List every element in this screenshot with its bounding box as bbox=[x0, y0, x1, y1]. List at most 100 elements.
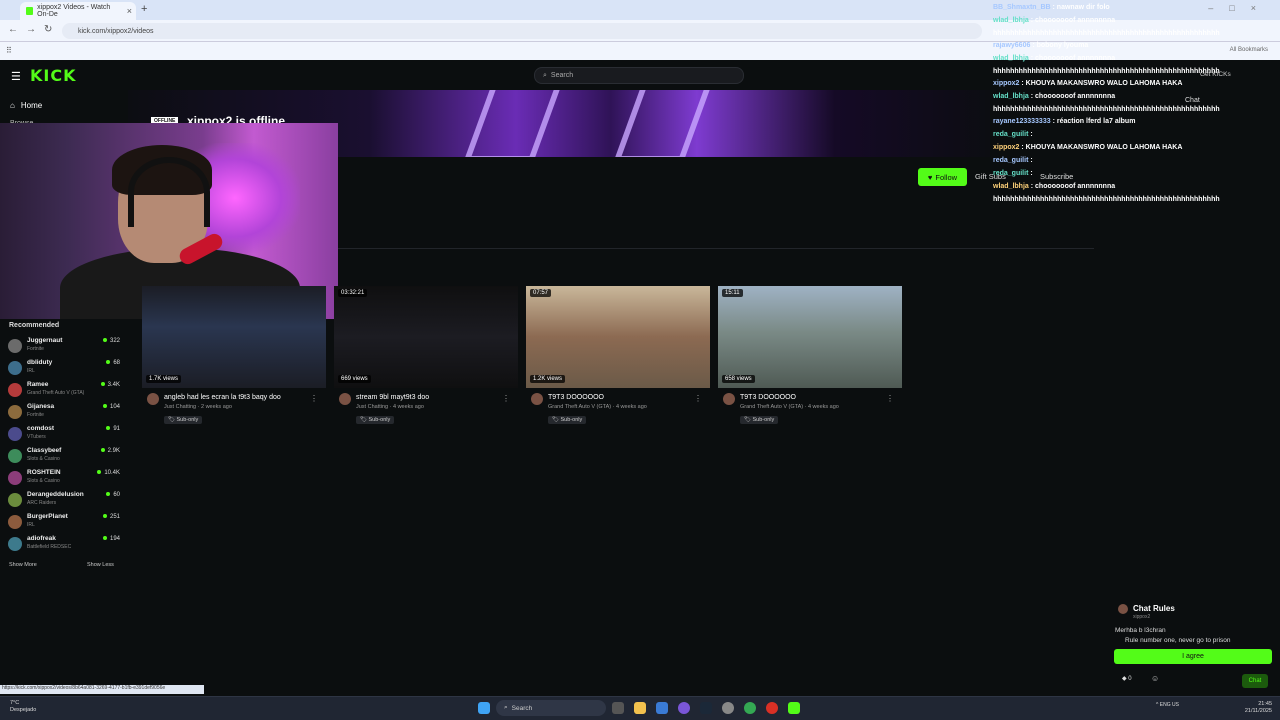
video-thumbnail[interactable] bbox=[334, 286, 518, 388]
video-views: 1.2K views bbox=[530, 375, 566, 383]
chat-username[interactable]: reda_guilit bbox=[993, 131, 1028, 138]
chat-username[interactable]: wlad_lbhja bbox=[993, 55, 1029, 62]
forward-icon[interactable]: → bbox=[26, 24, 36, 35]
browser-tab[interactable]: xippox2 Videos - Watch On-De × bbox=[20, 2, 136, 20]
chat-username[interactable]: reda_guilit bbox=[993, 170, 1028, 177]
weather-desc: Despejado bbox=[10, 707, 37, 713]
chat-username[interactable]: xippox2 bbox=[993, 144, 1019, 151]
new-tab-button[interactable]: + bbox=[141, 3, 147, 15]
video-thumbnail[interactable] bbox=[526, 286, 710, 388]
chat-username[interactable]: rajawy6606 bbox=[993, 42, 1030, 49]
get-kicks-button[interactable]: Get KICKs bbox=[1200, 71, 1231, 78]
agree-button[interactable]: I agree bbox=[1114, 649, 1272, 664]
sidebar-item-classybeef[interactable]: Classybeef Slots & Casino 2.9K bbox=[8, 446, 122, 468]
url-input[interactable]: kick.com/xippox2/videos bbox=[62, 23, 982, 39]
kick-app-icon[interactable] bbox=[788, 702, 800, 714]
kick-logo[interactable]: KICK bbox=[30, 66, 77, 85]
viewer-count-value: 104 bbox=[109, 404, 120, 410]
home-icon: ⌂ bbox=[10, 101, 15, 110]
video-card[interactable]: 15:11 658 views T9T3 DOOOOOO Grand Theft Au… bbox=[718, 286, 902, 431]
emote-icon[interactable]: ☺ bbox=[1151, 674, 1159, 683]
weather-widget[interactable]: 7°C Despejado bbox=[10, 700, 36, 714]
chat-username[interactable]: reda_guilit bbox=[993, 157, 1028, 164]
sidebar-item-dbliduty[interactable]: dbliduty IRL 68 bbox=[8, 358, 122, 380]
windows-start-icon[interactable] bbox=[478, 702, 490, 714]
points-counter[interactable]: ◆ 0 bbox=[1122, 675, 1132, 682]
sidebar-item-adiofreak[interactable]: adiofreak Battlefield REDSEC 194 bbox=[8, 534, 122, 556]
follow-label: Follow bbox=[935, 172, 958, 182]
chat-send-button[interactable]: Chat bbox=[1242, 674, 1268, 688]
video-category: Grand Theft Auto V (GTA) bbox=[548, 404, 612, 410]
task-view-icon[interactable] bbox=[612, 702, 624, 714]
chat-text: : KHOUYA MAKANSWRO WALO LAHOMA HAKA bbox=[1021, 144, 1183, 151]
video-title[interactable]: stream 9bl mayt9t3 doo bbox=[356, 394, 429, 401]
chat-username[interactable]: wlad_lbhja bbox=[993, 17, 1029, 24]
chrome-icon[interactable] bbox=[744, 702, 756, 714]
video-card[interactable]: 07:57 1.2K views T9T3 DOOOOOO Grand Theft A… bbox=[526, 286, 710, 431]
chat-text: : chooooooof annnnnnna bbox=[1030, 17, 1116, 24]
settings-icon[interactable] bbox=[722, 702, 734, 714]
search-icon: ⌕ bbox=[543, 71, 547, 79]
close-tab-icon[interactable]: × bbox=[127, 6, 132, 16]
chat-rules-channel: xippox2 bbox=[1133, 614, 1151, 620]
video-title[interactable]: T9T3 DOOOOOO bbox=[740, 394, 796, 401]
viewer-count-value: 194 bbox=[109, 536, 120, 542]
video-age: 4 weeks ago bbox=[393, 404, 424, 410]
live-dot-icon bbox=[106, 492, 111, 496]
sidebar-item-home[interactable]: ⌂ Home bbox=[10, 101, 42, 110]
search-input[interactable]: ⌕ Search bbox=[534, 67, 744, 84]
more-options-icon[interactable]: ⋮ bbox=[502, 394, 510, 403]
sidebar-item-comdost[interactable]: comdost VTubers 91 bbox=[8, 424, 122, 446]
viewer-count-value: 2.9K bbox=[107, 448, 120, 454]
sidebar-item-derangeddelusion[interactable]: Derangeddelusion ARC Raiders 60 bbox=[8, 490, 122, 512]
viewer-count: 3.4K bbox=[100, 382, 120, 388]
chat-text: hhhhhhhhhhhhhhhhhhhhhhhhhhhhhhhhhhhhhhhh… bbox=[993, 30, 1220, 37]
steam-icon[interactable] bbox=[700, 702, 712, 714]
channel-category: ARC Raiders bbox=[27, 500, 57, 506]
app-icon[interactable] bbox=[656, 702, 668, 714]
video-card[interactable]: 03:32:21 669 views stream 9bl mayt9t3 doo J… bbox=[334, 286, 518, 431]
reload-icon[interactable]: ↻ bbox=[44, 24, 52, 35]
sidebar-item-roshtein[interactable]: ROSHTEIN Slots & Casino 10.4K bbox=[8, 468, 122, 490]
chat-message: wlad_lbhja : chooooooof annnnnnna bbox=[993, 93, 1115, 100]
apps-icon[interactable]: ⠿ bbox=[6, 46, 12, 55]
video-thumbnail[interactable] bbox=[142, 286, 326, 388]
more-options-icon[interactable]: ⋮ bbox=[886, 394, 894, 403]
channel-name: Ramee bbox=[27, 381, 49, 388]
browser-icon[interactable] bbox=[766, 702, 778, 714]
show-less-link[interactable]: Show Less bbox=[87, 562, 114, 568]
region-indicator: US bbox=[1171, 702, 1179, 708]
file-explorer-icon[interactable] bbox=[634, 702, 646, 714]
back-icon[interactable]: ← bbox=[8, 24, 18, 35]
sub-only-badge: 🏷 Sub-only bbox=[740, 416, 779, 424]
video-card[interactable]: 1.7K views angleb had les ecran la t9t3 b… bbox=[142, 286, 326, 431]
more-options-icon[interactable]: ⋮ bbox=[310, 394, 318, 403]
sub-only-badge: 🏷 Sub-only bbox=[164, 416, 203, 424]
discord-icon[interactable] bbox=[678, 702, 690, 714]
show-more-link[interactable]: Show More bbox=[9, 562, 37, 568]
chat-message: hhhhhhhhhhhhhhhhhhhhhhhhhhhhhhhhhhhhhhhh… bbox=[993, 68, 1220, 75]
video-title[interactable]: angleb had les ecran la t9t3 baqy doo bbox=[164, 394, 281, 401]
chat-username[interactable]: BB_Shmaxtn_BB bbox=[993, 4, 1051, 11]
system-tray[interactable]: ^ ENG US bbox=[1156, 702, 1179, 708]
video-thumbnail[interactable] bbox=[718, 286, 902, 388]
avatar bbox=[723, 393, 735, 405]
clock[interactable]: 21:45 21/11/2025 bbox=[1245, 701, 1272, 715]
chat-username[interactable]: xippox2 bbox=[993, 80, 1019, 87]
live-dot-icon bbox=[102, 404, 107, 408]
follow-button[interactable]: ♥ Follow bbox=[918, 168, 967, 186]
sidebar-item-juggernaut[interactable]: Juggernaut Fortnite 322 bbox=[8, 336, 122, 358]
viewer-count-value: 10.4K bbox=[104, 470, 120, 476]
chat-username[interactable]: wlad_lbhja bbox=[993, 183, 1029, 190]
sidebar-item-burgerplanet[interactable]: BurgerPlanet IRL 251 bbox=[8, 512, 122, 534]
sidebar-item-gijanesa[interactable]: Gijanesa Fortnite 104 bbox=[8, 402, 122, 424]
sub-only-label: Sub-only bbox=[176, 417, 199, 423]
video-title[interactable]: T9T3 DOOOOOO bbox=[548, 394, 604, 401]
sidebar-item-ramee[interactable]: Ramee Grand Theft Auto V (GTA) 3.4K bbox=[8, 380, 122, 402]
chat-username[interactable]: rayane123333333 bbox=[993, 118, 1051, 125]
chat-username[interactable]: wlad_lbhja bbox=[993, 93, 1029, 100]
banner-graphic bbox=[613, 90, 713, 157]
more-options-icon[interactable]: ⋮ bbox=[694, 394, 702, 403]
menu-icon[interactable]: ☰ bbox=[11, 70, 21, 83]
taskbar-search[interactable]: ⌕ Search bbox=[496, 700, 606, 716]
